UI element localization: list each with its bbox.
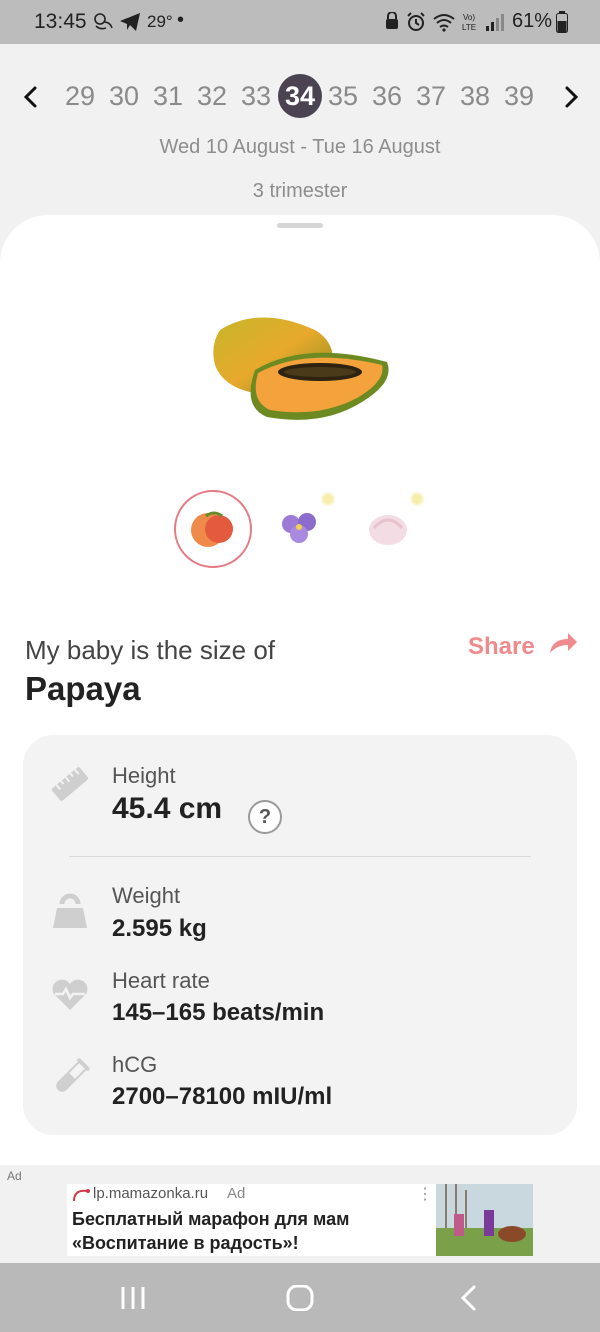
week-selector: 29 30 31 32 33 34 35 36 37 38 39: [0, 74, 600, 118]
week-29[interactable]: 29: [58, 74, 102, 118]
heart-rate-icon: [49, 973, 91, 1020]
telegram-icon: [119, 12, 141, 37]
chevron-left-icon: [23, 86, 37, 108]
status-time: 13:45: [34, 10, 87, 33]
new-indicator-dot: [321, 492, 335, 506]
ad-label: Ad: [227, 1185, 246, 1202]
week-33[interactable]: 33: [234, 74, 278, 118]
previous-weeks-button[interactable]: [16, 82, 46, 112]
signal-icon: [485, 12, 505, 37]
status-temperature: 29°: [147, 12, 173, 31]
marshmallow-thumbnail[interactable]: [352, 490, 426, 564]
recent-apps-icon: [121, 1287, 145, 1309]
hcg-label: hCG: [112, 1052, 158, 1077]
ad-logo-icon: [72, 1187, 92, 1208]
battery-icon: [556, 11, 568, 38]
ad-photo[interactable]: [436, 1184, 533, 1256]
height-value: 45.4 cm: [112, 792, 223, 825]
home-icon: [286, 1284, 314, 1312]
back-button[interactable]: [456, 1285, 484, 1316]
home-button[interactable]: [286, 1284, 314, 1316]
week-31[interactable]: 31: [146, 74, 190, 118]
peach-icon: [191, 511, 233, 547]
drag-handle[interactable]: [277, 223, 323, 228]
share-button[interactable]: Share: [468, 633, 535, 661]
wifi-icon: [432, 12, 456, 37]
violet-flower-thumbnail[interactable]: [263, 490, 337, 564]
week-38[interactable]: 38: [453, 74, 497, 118]
ad-domain[interactable]: lp.mamazonka.ru: [93, 1185, 208, 1202]
system-navigation-bar: [0, 1263, 600, 1332]
height-label: Height: [112, 763, 176, 788]
ad-tag: Ad: [7, 1169, 22, 1183]
notification-dot: •: [177, 9, 185, 31]
week-34-selected[interactable]: 34: [278, 74, 322, 118]
weight-label: Weight: [112, 883, 181, 908]
hcg-value: 2700–78100 mIU/ml: [112, 1083, 333, 1110]
lock-icon: [385, 11, 399, 35]
alarm-icon: [406, 12, 426, 37]
ruler-icon: [49, 763, 91, 810]
chevron-right-icon: [565, 86, 579, 108]
ad-more-options-icon[interactable]: ⋮: [417, 1184, 433, 1204]
new-indicator-dot: [410, 492, 424, 506]
week-date-range: Wed 10 August - Tue 16 August: [159, 136, 441, 158]
week-39[interactable]: 39: [497, 74, 541, 118]
trimester-label: 3 trimester: [252, 180, 348, 202]
ad-title-line-2: «Воспитание в радость»!: [72, 1233, 299, 1253]
stats-divider: [69, 856, 531, 857]
week-32[interactable]: 32: [190, 74, 234, 118]
size-comparison-label: My baby is the size of: [25, 635, 275, 665]
baby-size-card: My baby is the size of Papaya Share Heig…: [0, 215, 600, 1165]
back-icon: [460, 1285, 476, 1311]
share-arrow-icon[interactable]: [546, 627, 578, 660]
marshmallow-icon: [369, 515, 407, 545]
ad-title-line-1: Бесплатный марафон для мам: [72, 1209, 350, 1229]
battery-level: 61%: [512, 10, 553, 32]
papaya-image: [200, 310, 400, 430]
baby-icon: [92, 12, 116, 37]
week-35[interactable]: 35: [321, 74, 365, 118]
week-36[interactable]: 36: [365, 74, 409, 118]
test-tube-icon: [49, 1057, 91, 1104]
baby-stats-panel: Height 45.4 cm ? Weight 2.595 kg Heart r…: [23, 735, 577, 1135]
svg-text:LTE: LTE: [462, 23, 476, 32]
fruit-name: Papaya: [25, 670, 141, 707]
weight-value: 2.595 kg: [112, 915, 207, 942]
status-bar: 13:45 29° • Vo) LTE 61%: [0, 0, 600, 44]
heart-rate-label: Heart rate: [112, 968, 210, 993]
svg-text:Vo): Vo): [463, 13, 475, 22]
height-help-button[interactable]: ?: [248, 800, 282, 834]
week-37[interactable]: 37: [409, 74, 453, 118]
heart-rate-value: 145–165 beats/min: [112, 999, 325, 1026]
peach-thumbnail[interactable]: [174, 490, 252, 568]
week-30[interactable]: 30: [102, 74, 146, 118]
ad-banner[interactable]: lp.mamazonka.ru Ad Бесплатный марафон дл…: [67, 1184, 533, 1256]
next-weeks-button[interactable]: [556, 82, 586, 112]
weight-icon: [49, 890, 91, 937]
volte-icon: Vo) LTE: [461, 11, 483, 38]
ad-title[interactable]: Бесплатный марафон для мам «Воспитание в…: [72, 1207, 402, 1255]
recent-apps-button[interactable]: [119, 1285, 147, 1316]
flower-icon: [282, 513, 316, 543]
